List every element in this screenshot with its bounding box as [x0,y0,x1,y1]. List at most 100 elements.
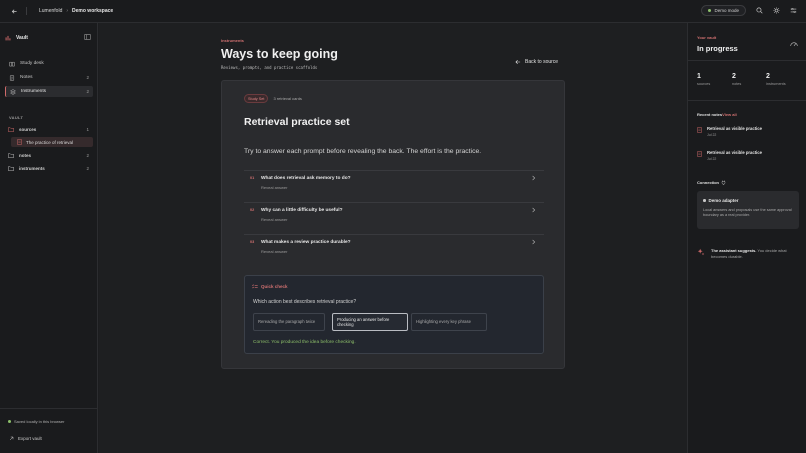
folder-icon [8,152,14,158]
sidebar: Vault Study desk Notes 2 Instruments 2 V… [0,23,98,453]
sidebar-item-label: Study desk [20,61,44,66]
reveal-answer-link[interactable]: Reveal answer [261,249,287,254]
breadcrumb-workspace-root[interactable]: Lumenfold [39,8,62,14]
stat-value: 2 [732,73,736,80]
stat-value: 2 [766,73,770,80]
chevron-right-icon [531,175,536,181]
top-actions: Demo mode [701,5,797,16]
back-to-source-button[interactable]: Back to source [515,59,558,65]
demo-mode-label: Demo mode [714,8,739,13]
sidebar-item-instruments[interactable]: Instruments 2 [5,86,93,97]
status-dot [8,420,11,423]
back-to-source-label: Back to source [525,59,559,65]
sidebar-brand: Vault [5,33,93,43]
sidebar-item-study-desk[interactable]: Study desk [5,58,93,69]
quiz-option[interactable]: Rereading the paragraph twice [253,313,325,331]
panel-title: In progress [697,44,738,53]
card-title: Retrieval practice set [244,116,350,128]
top-bar: Lumenfold › Demo workspace Demo mode [0,0,806,23]
reveal-answer-link[interactable]: Reveal answer [261,185,287,190]
tree-folder-instruments[interactable]: instruments 2 [5,163,93,173]
document-icon [17,139,22,145]
recent-note-item[interactable]: Retrieval as visible practice Jul 22 [697,150,797,164]
sun-icon[interactable] [773,7,780,14]
quiz-option-selected[interactable]: Producing an answer before checking [332,313,408,331]
status-dot [703,199,706,202]
breadcrumb-current[interactable]: Demo workspace [72,8,113,14]
folder-icon [8,165,14,171]
stat-sources: 1 sources [697,73,710,86]
view-all-link[interactable]: View all [722,112,737,117]
vault-logo-icon [5,35,11,41]
prompt-row[interactable]: 03 What makes a review practice durable?… [244,234,544,266]
chevron-right-icon [531,207,536,213]
brand-title: Vault [16,35,28,41]
export-vault-button[interactable]: Export vault [9,436,42,441]
tree-folder-label: notes [19,152,32,158]
retrieval-practice-card: Study Set 3 retrieval cards Retrieval pr… [221,80,565,369]
sidebar-item-notes[interactable]: Notes 2 [5,72,93,83]
quick-check-question: Which action best describes retrieval pr… [253,299,357,305]
back-arrow-icon[interactable] [11,8,18,15]
sidebar-toggle-icon[interactable] [84,34,91,40]
progress-gauge-icon [790,41,798,47]
note-icon [697,127,702,133]
adapter-title: Demo adapter [708,198,739,203]
recent-note-title: Retrieval as visible practice [707,150,762,155]
tree-folder-sources[interactable]: sources 1 [5,124,93,134]
plug-icon [721,180,726,185]
settings-sliders-icon[interactable] [790,7,797,14]
card-intro: Try to answer each prompt before reveali… [244,148,482,155]
page-title: Ways to keep going [221,47,338,61]
vault-status-panel: Your vault In progress 1 sources 2 notes… [687,23,806,453]
divider [26,7,27,15]
tree-folder-count: 2 [86,152,89,158]
assistant-note-strong: The assistant suggests. [711,248,757,253]
recent-notes-header: Recent notesView all [697,112,737,117]
study-set-badge: Study Set [244,94,269,103]
quick-check-header: Quick check [252,284,288,289]
save-status: Saved locally in this browser [8,419,64,424]
stat-label: notes [732,82,742,86]
stat-notes: 2 notes [732,73,741,86]
assistant-note-text: The assistant suggests. You decide what … [711,248,799,260]
sidebar-item-count: 2 [86,89,89,94]
breadcrumb: Lumenfold › Demo workspace [39,8,113,14]
prompt-number: 01 [250,176,255,180]
quiz-option[interactable]: Highlighting every key phrase [411,313,487,331]
page-eyebrow: Instruments [221,38,244,43]
prompt-row[interactable]: 02 Why can a little difficulty be useful… [244,202,544,234]
adapter-header: Demo adapter [703,198,739,203]
chevron-right-icon: › [66,8,69,14]
reveal-answer-link[interactable]: Reveal answer [261,217,287,222]
recent-note-title: Retrieval as visible practice [707,126,762,131]
connection-header: Connection [697,180,726,185]
status-dot [708,9,712,12]
recent-notes-label: Recent notes [697,112,723,117]
quick-check-panel: Quick check Which action best describes … [244,275,544,354]
prompt-question: Why can a little difficulty be useful? [261,207,343,213]
stat-instruments: 2 instruments [766,73,786,86]
tree-folder-count: 1 [86,126,89,132]
prompt-number: 02 [250,208,255,212]
prompt-row[interactable]: 01 What does retrieval ask memory to do?… [244,170,544,202]
tree-folder-notes[interactable]: notes 2 [5,150,93,160]
demo-mode-badge[interactable]: Demo mode [701,5,746,16]
recent-note-date: Jul 22 [707,157,717,161]
prompt-question: What makes a review practice durable? [261,239,351,245]
note-icon [9,74,15,81]
search-icon[interactable] [756,7,763,14]
card-header: Study Set 3 retrieval cards [244,94,302,103]
export-arrow-icon [9,436,14,441]
note-icon [697,151,702,157]
tree-item-the-practice-of-retrieval[interactable]: The practice of retrieval [11,137,93,147]
sidebar-item-label: Instruments [21,89,47,94]
adapter-description: Local answers and proposals use the same… [703,208,792,218]
sidebar-section-title: VAULT [9,115,24,120]
export-vault-label: Export vault [18,436,42,441]
card-count: 3 retrieval cards [273,96,302,101]
recent-note-item[interactable]: Retrieval as visible practice Jul 22 [697,126,797,140]
chevron-right-icon [531,239,536,245]
stat-value: 1 [697,73,701,80]
panel-eyebrow: Your vault [697,35,717,40]
